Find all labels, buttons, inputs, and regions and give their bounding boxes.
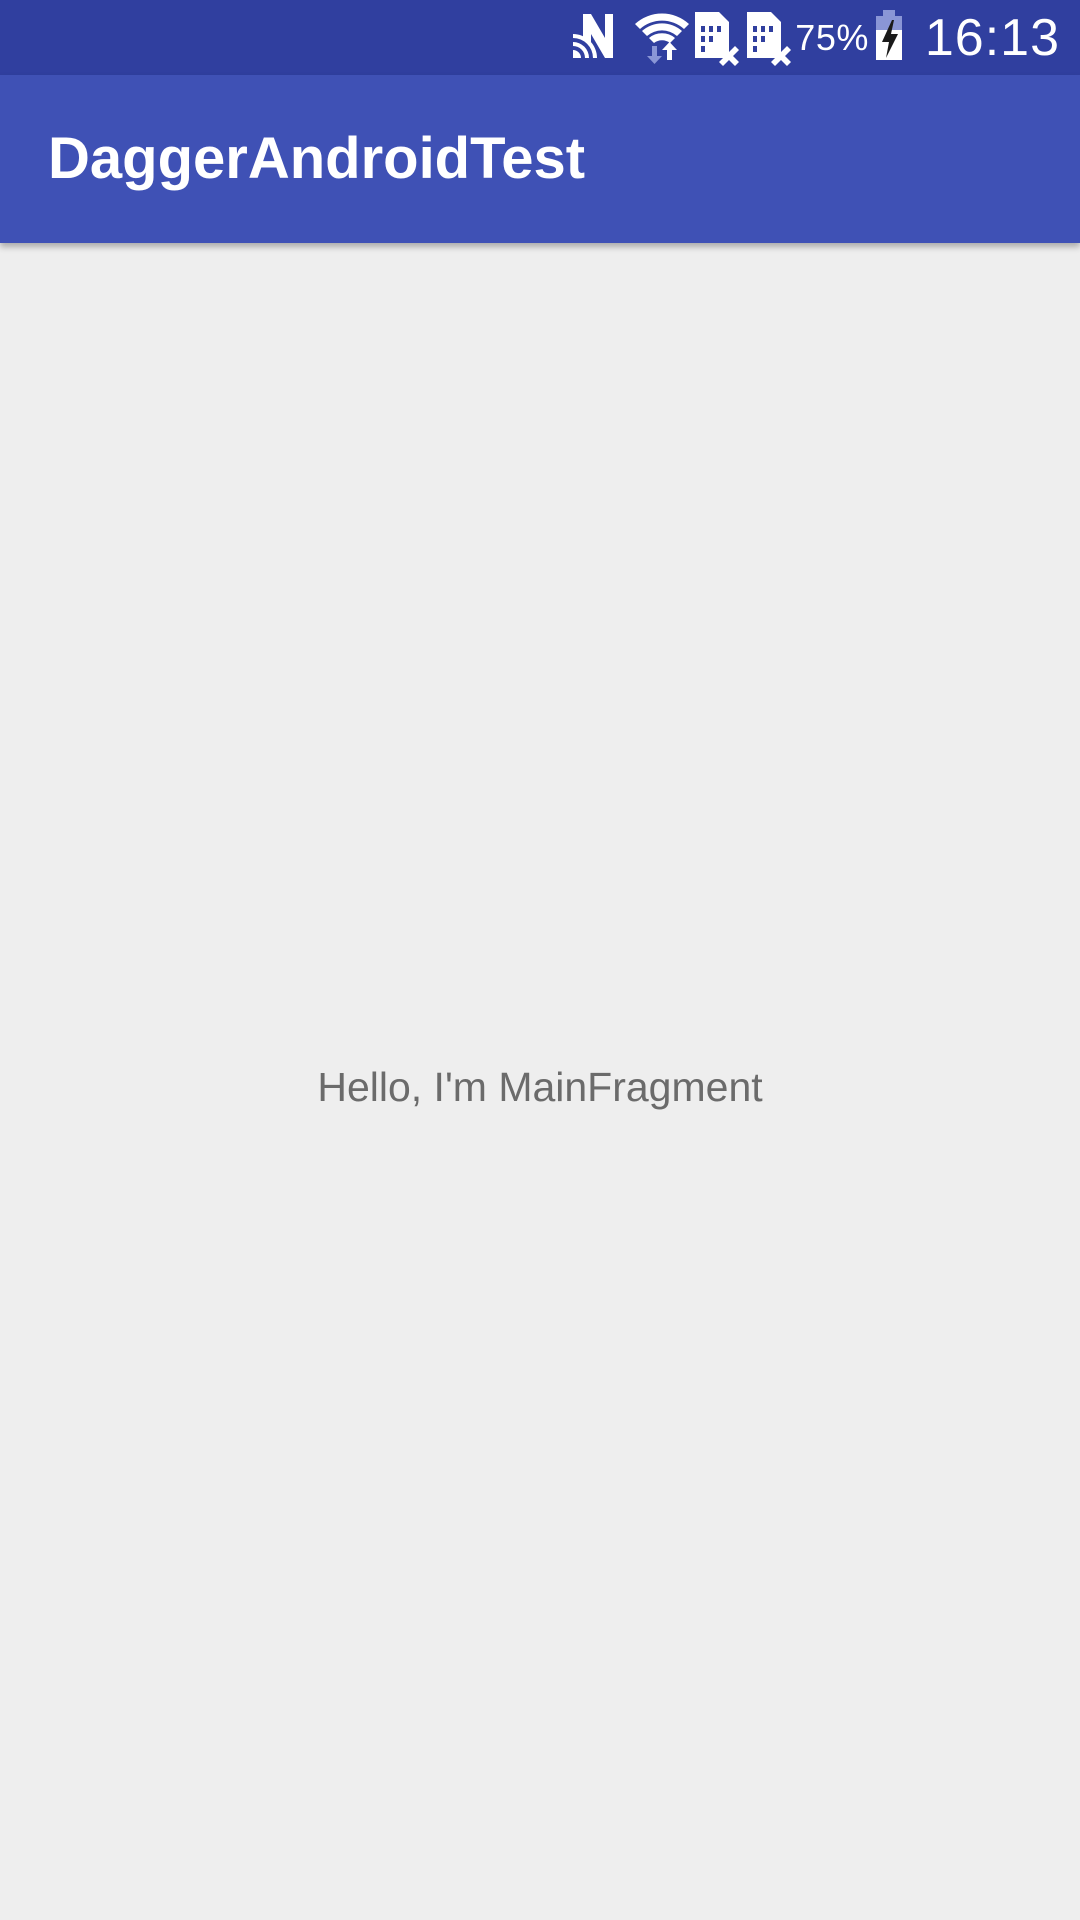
sim-no-signal-icon <box>741 0 793 75</box>
clock: 16:13 <box>924 8 1060 67</box>
battery-charging-icon <box>871 0 907 75</box>
main-content: Hello, I'm MainFragment <box>0 243 1080 1920</box>
status-bar: 75% 16:13 <box>0 0 1080 75</box>
app-bar: DaggerAndroidTest <box>0 75 1080 243</box>
app-title: DaggerAndroidTest <box>48 126 586 191</box>
status-icons: 75% 16:13 <box>563 0 1080 75</box>
wifi-icon <box>631 0 693 75</box>
sim-no-signal-icon <box>689 0 741 75</box>
main-fragment-text: Hello, I'm MainFragment <box>317 1064 763 1110</box>
battery-percentage: 75% <box>795 16 869 58</box>
nfc-icon <box>563 0 619 75</box>
